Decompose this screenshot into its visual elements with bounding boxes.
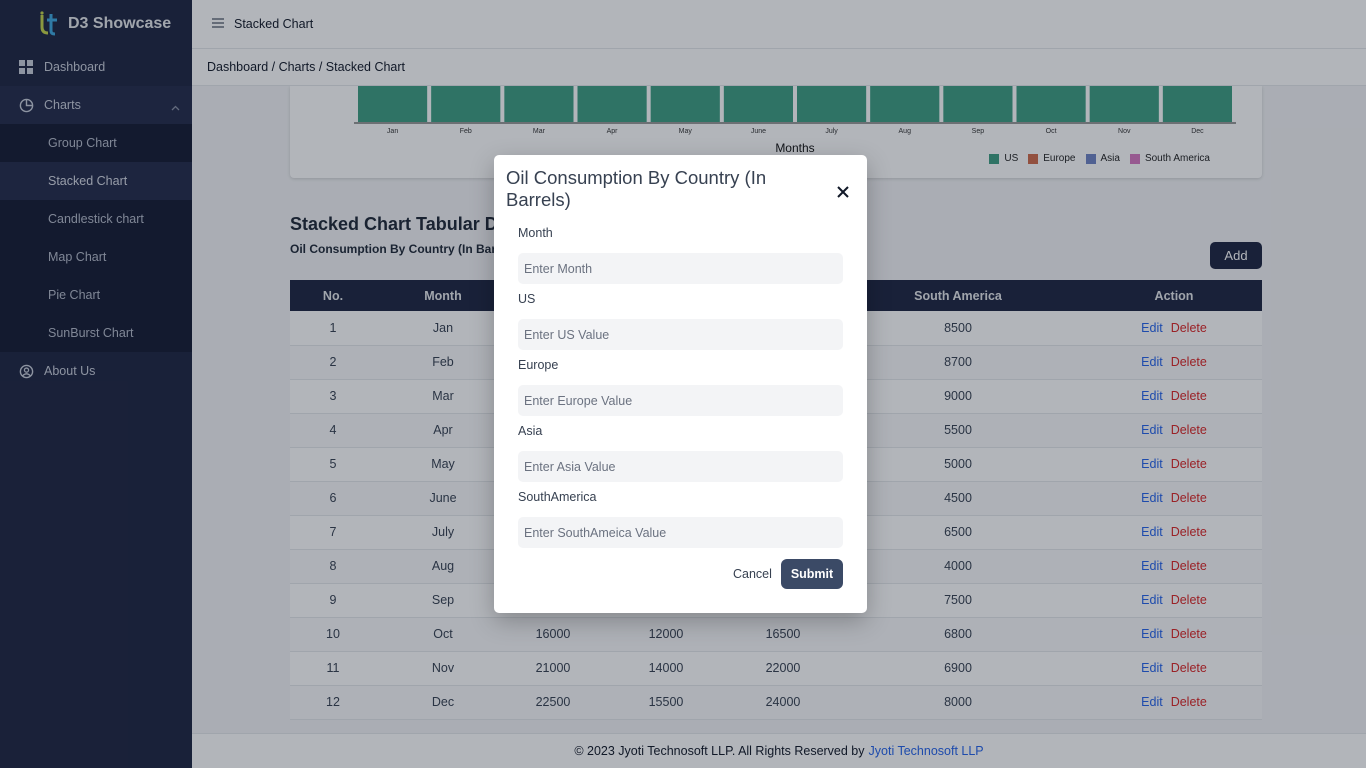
month-label: Month xyxy=(518,226,553,240)
europe-value-input[interactable] xyxy=(518,385,843,416)
europe-label: Europe xyxy=(518,358,559,372)
us-label: US xyxy=(518,292,536,306)
us-value-input[interactable] xyxy=(518,319,843,350)
submit-button[interactable]: Submit xyxy=(781,559,843,589)
modal-title: Oil Consumption By Country (In Barrels) xyxy=(506,167,767,210)
month-input[interactable] xyxy=(518,253,843,284)
cancel-button[interactable]: Cancel xyxy=(733,567,772,581)
asia-value-input[interactable] xyxy=(518,451,843,482)
south-america-value-input[interactable] xyxy=(518,517,843,548)
south-america-label: SouthAmerica xyxy=(518,490,597,504)
asia-label: Asia xyxy=(518,424,543,438)
add-entry-modal: Oil Consumption By Country (In Barrels) … xyxy=(494,155,867,613)
close-icon[interactable] xyxy=(834,183,852,201)
